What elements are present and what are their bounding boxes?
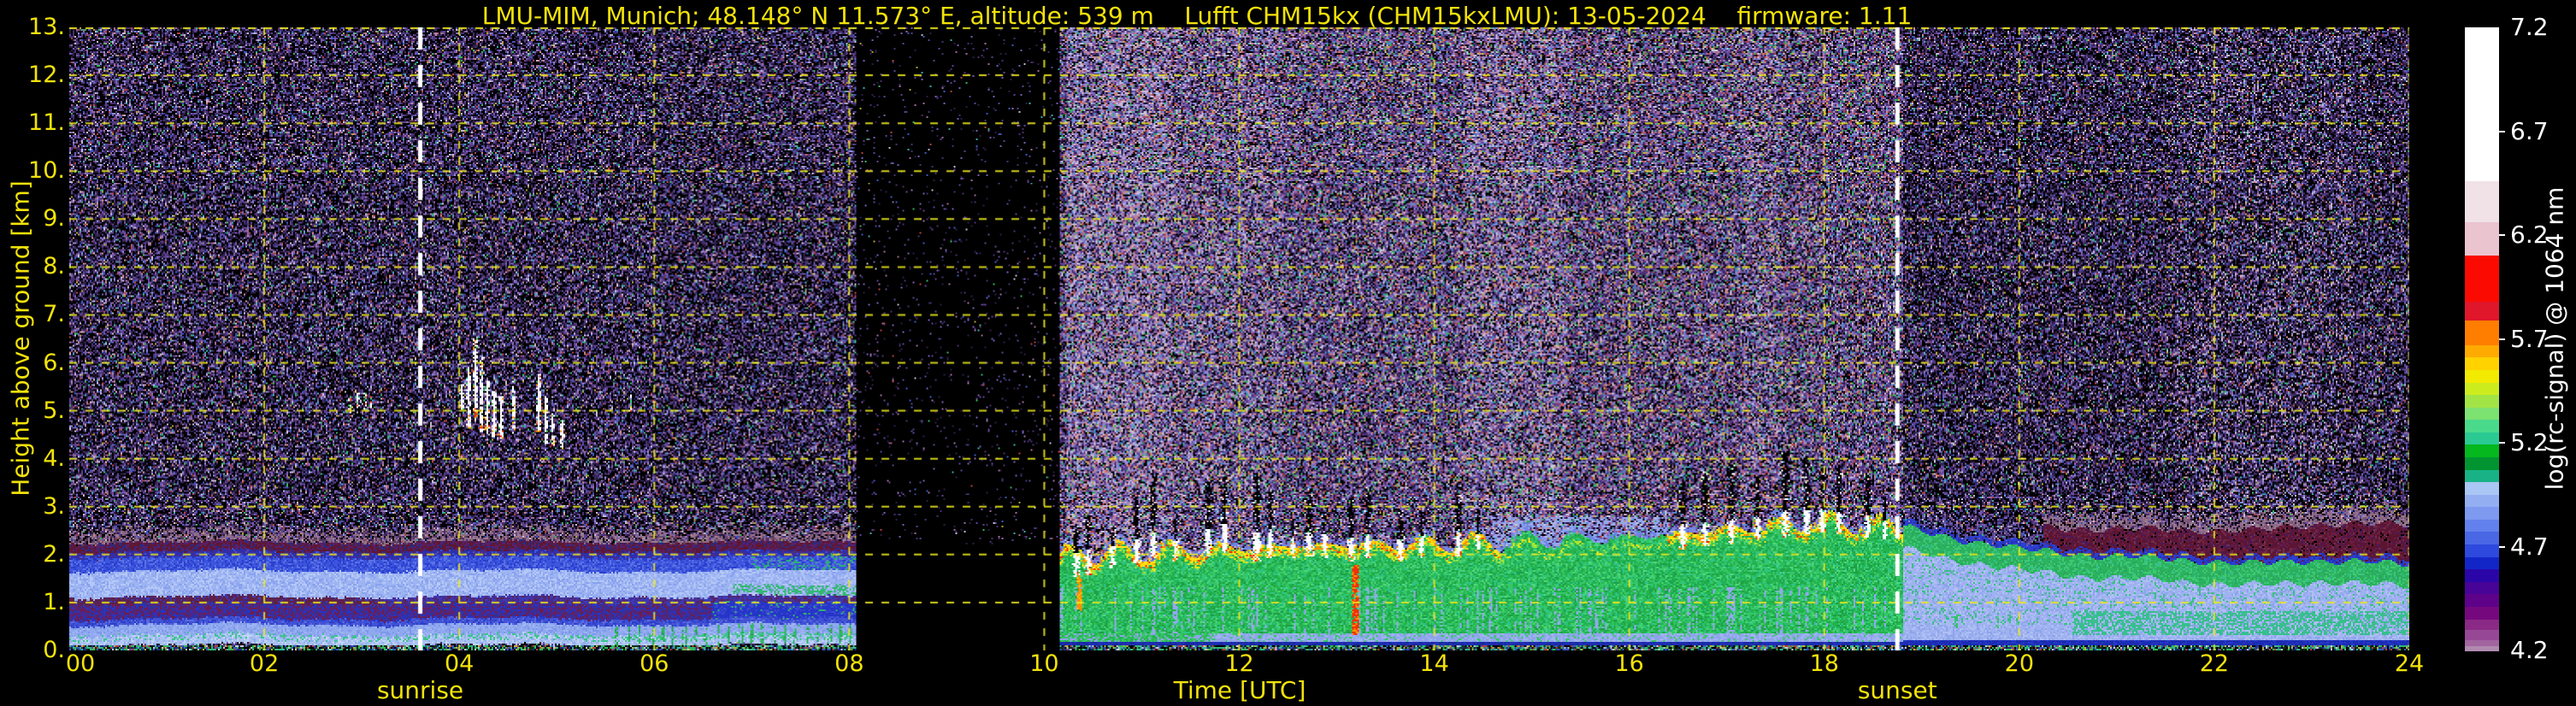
- colorbar-segment: [2465, 469, 2499, 483]
- colorbar-segment: [2465, 395, 2499, 409]
- colorbar-segment: [2465, 507, 2499, 521]
- x-tick-label: 12: [1224, 650, 1254, 677]
- y-tick-label: 12.: [28, 62, 65, 89]
- colorbar-segment: [2465, 180, 2499, 223]
- colorbar-segment: [2465, 357, 2499, 371]
- y-tick-label: 2.: [43, 540, 65, 568]
- colorbar-segment: [2465, 407, 2499, 421]
- colorbar-tick-label: 7.2: [2510, 13, 2549, 41]
- x-tick-label: 08: [834, 650, 864, 677]
- sunrise-annotation: sunrise: [376, 676, 464, 704]
- x-tick-label: 04: [444, 650, 475, 677]
- y-tick-label: 1.: [43, 588, 65, 615]
- y-tick-label: 6.: [43, 349, 65, 376]
- colorbar-segment: [2465, 646, 2499, 651]
- colorbar-segment: [2465, 556, 2499, 570]
- colorbar-segment: [2465, 594, 2499, 608]
- x-tick-label: 20: [2004, 650, 2035, 677]
- gridlines-overlay-canvas: [69, 27, 2409, 650]
- page-title: LMU-MIM, Munich; 48.148° N 11.573° E, al…: [481, 2, 1913, 30]
- colorbar-segment: [2465, 420, 2499, 433]
- x-tick-label: 00: [65, 650, 96, 677]
- colorbar-segment: [2465, 544, 2499, 558]
- colorbar-segment: [2465, 432, 2499, 446]
- colorbar-segment: [2465, 444, 2499, 458]
- colorbar-segment: [2465, 494, 2499, 508]
- y-tick-label: 8.: [43, 253, 65, 280]
- x-tick-label: 06: [640, 650, 669, 677]
- x-tick-label: 10: [1029, 650, 1059, 677]
- y-tick-label: 3.: [43, 492, 65, 520]
- colorbar-segment: [2465, 382, 2499, 396]
- colorbar-segment: [2465, 629, 2499, 641]
- colorbar-tickmark: [2499, 338, 2505, 340]
- colorbar-tickmark: [2499, 130, 2505, 132]
- colorbar-segment: [2465, 606, 2499, 621]
- ceilometer-quicklook-figure: LMU-MIM, Munich; 48.148° N 11.573° E, al…: [0, 0, 2576, 706]
- x-tick-label: 14: [1419, 650, 1449, 677]
- colorbar-segment: [2465, 519, 2499, 533]
- colorbar-segment: [2465, 569, 2499, 583]
- colorbar-tickmark: [2499, 545, 2505, 548]
- colorbar-tick-label: 4.2: [2510, 636, 2549, 664]
- x-tick-label: 22: [2199, 650, 2230, 677]
- y-tick-label: 4.: [43, 444, 65, 472]
- colorbar-label: log(rc-signal) @ 1064 nm: [2540, 186, 2569, 491]
- sunset-annotation: sunset: [1857, 676, 1937, 704]
- colorbar-segment: [2465, 344, 2499, 358]
- y-tick-label: 0.: [43, 637, 65, 663]
- y-tick-label: 13.: [28, 14, 65, 40]
- colorbar: [2465, 27, 2499, 651]
- y-tick-label: 5.: [43, 397, 65, 424]
- y-tick-label: 10.: [28, 157, 65, 185]
- colorbar-segment: [2465, 320, 2499, 346]
- colorbar-segment: [2465, 581, 2499, 595]
- colorbar-segment: [2465, 457, 2499, 471]
- colorbar-segment: [2465, 369, 2499, 384]
- y-tick-label: 9.: [43, 205, 65, 232]
- colorbar-segment: [2465, 619, 2499, 631]
- x-tick-label: 02: [249, 650, 280, 677]
- colorbar-tickmark: [2499, 442, 2505, 444]
- colorbar-segment: [2465, 27, 2499, 182]
- x-tick-label: 16: [1614, 650, 1644, 677]
- colorbar-segment: [2465, 222, 2499, 256]
- colorbar-segment: [2465, 482, 2499, 496]
- y-tick-label: 7.: [43, 301, 65, 328]
- y-tick-label: 11.: [28, 109, 65, 137]
- x-axis-label: Time [UTC]: [1173, 676, 1306, 704]
- x-tick-label: 18: [1809, 650, 1839, 677]
- colorbar-tick-label: 6.7: [2510, 116, 2549, 145]
- colorbar-segment: [2465, 532, 2499, 545]
- colorbar-segment: [2465, 256, 2499, 303]
- x-tick-label: 24: [2394, 650, 2425, 677]
- colorbar-segment: [2465, 301, 2499, 321]
- colorbar-tick-label: 4.7: [2510, 532, 2549, 561]
- colorbar-tickmark: [2499, 234, 2505, 236]
